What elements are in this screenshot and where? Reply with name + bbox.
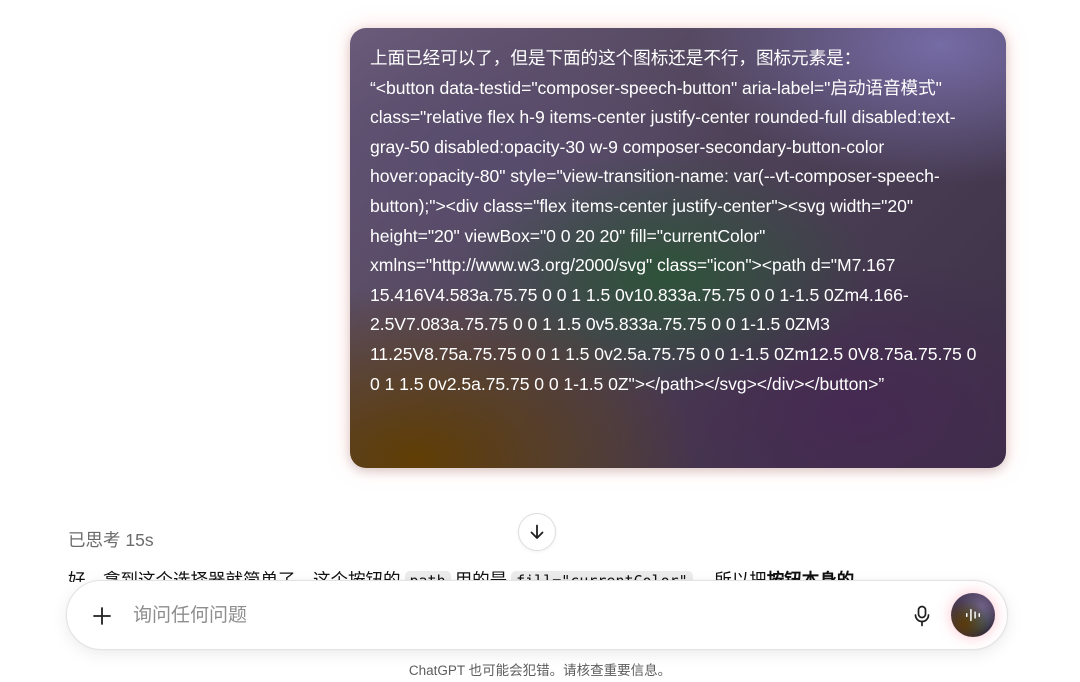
plus-icon — [93, 607, 111, 625]
prompt-input[interactable]: 询问任何问题 — [133, 603, 247, 629]
scroll-to-bottom-button[interactable] — [518, 513, 556, 551]
microphone-icon — [914, 605, 930, 627]
voice-waveform-icon — [966, 608, 980, 622]
user-message-text: 上面已经可以了，但是下面的这个图标还是不行，图标元素是： “<button da… — [370, 48, 977, 394]
user-message-bubble: 上面已经可以了，但是下面的这个图标还是不行，图标元素是： “<button da… — [350, 28, 1006, 468]
dictate-button[interactable] — [909, 603, 935, 629]
voice-mode-button[interactable] — [951, 593, 995, 637]
disclaimer-text: ChatGPT 也可能会犯错。请核查重要信息。 — [408, 663, 672, 678]
composer: 询问任何问题 — [66, 580, 1008, 650]
thought-duration-label[interactable]: 已思考 15s — [68, 527, 154, 552]
add-attachment-button[interactable] — [89, 603, 115, 629]
arrow-down-icon — [530, 524, 544, 539]
